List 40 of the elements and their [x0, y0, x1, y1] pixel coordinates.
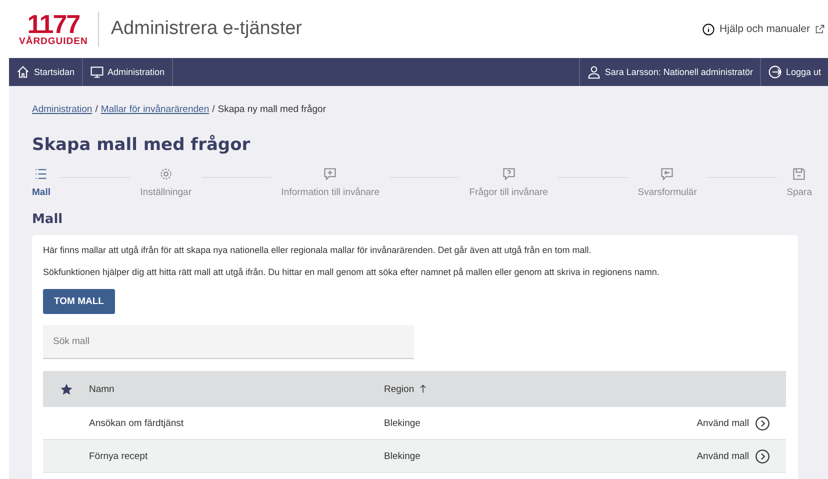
section-title: Mall	[32, 212, 64, 227]
breadcrumb-current: Skapa ny mall med frågor	[218, 104, 326, 115]
logout-icon	[768, 65, 782, 79]
column-header[interactable]: Namn	[89, 384, 384, 394]
table-cell-text: Blekinge	[384, 418, 422, 428]
breadcrumb-separator: /	[95, 104, 98, 115]
paragraph: Här finns mallar att utgå ifrån för att skapa nya nationella eller regionala mallar för invånarärenden. Det går även att utgå från en tom mall.	[43, 245, 592, 255]
info-icon	[702, 22, 715, 36]
sort-arrow-icon	[418, 384, 428, 394]
user-icon	[586, 65, 601, 79]
star-icon[interactable]	[60, 382, 72, 396]
home-icon	[16, 65, 30, 79]
table-cell-text: Förnya recept	[89, 450, 149, 462]
monitor-icon	[90, 65, 104, 79]
app-title: Administrera e-tjänster	[110, 18, 303, 40]
use-template-link[interactable]: Använd mall	[696, 416, 770, 430]
search-field[interactable]: Sök mall	[43, 325, 414, 359]
save-icon	[792, 167, 806, 181]
logo[interactable]: 1177 VÅRDGUIDEN	[19, 12, 99, 46]
column-header[interactable]: Region	[384, 384, 786, 394]
logout-link[interactable]: Logga ut	[760, 58, 828, 86]
chevron-circle-icon	[755, 448, 770, 464]
chat-question-icon	[502, 167, 516, 181]
breadcrumb-link[interactable]: Mallar för invånarärenden	[100, 104, 210, 115]
external-link-icon	[815, 24, 825, 34]
chat-arrow-icon	[660, 167, 674, 181]
chat-plus-icon	[323, 167, 338, 181]
use-template-link[interactable]: Använd mall	[696, 448, 770, 464]
empty-template-button[interactable]: TOM MALL	[43, 289, 115, 314]
paragraph: Sökfunktionen hjälper dig att hitta rätt mall att utgå ifrån. Du hittar en mall genom att söka efter namnet på mallen eller genom att skriva in regionens namn.	[43, 267, 660, 277]
breadcrumb-link[interactable]: Administration	[32, 104, 92, 115]
page-title: Skapa mall med frågor	[32, 135, 252, 155]
settings-icon	[158, 167, 173, 181]
step-tab[interactable]: Mall	[32, 167, 50, 198]
table-cell-text: Ansökan om färdtjänst	[89, 418, 185, 428]
help-link[interactable]: Hjälp och manualer	[720, 23, 825, 35]
table-cell-text: Blekinge	[384, 450, 422, 462]
chevron-circle-icon	[755, 416, 770, 430]
list-icon	[34, 167, 48, 181]
breadcrumb-separator: /	[212, 104, 215, 115]
